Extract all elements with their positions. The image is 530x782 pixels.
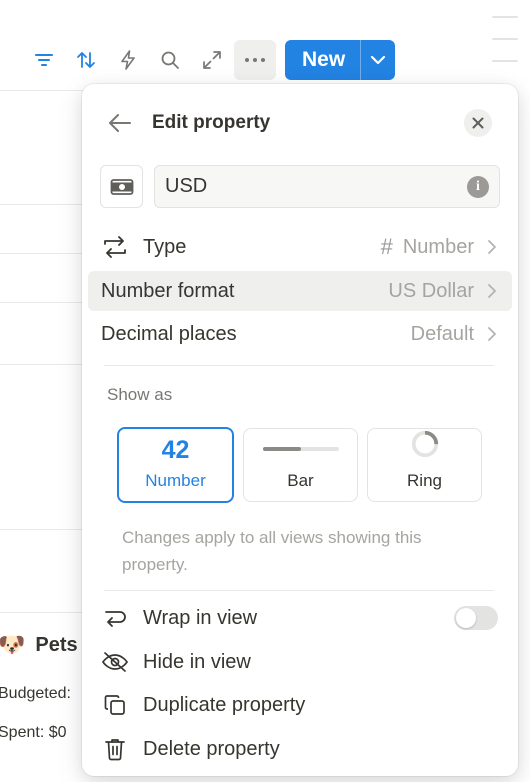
automation-icon[interactable] <box>114 46 142 74</box>
property-name-row: i <box>100 165 500 209</box>
type-label: Type <box>143 235 187 258</box>
wrap-in-view-row[interactable]: Wrap in view <box>88 598 512 638</box>
chevron-right-icon <box>488 327 496 341</box>
bar-option-label: Bar <box>287 471 314 490</box>
number-hash-icon: # <box>380 234 393 259</box>
show-as-bar-option[interactable]: Bar <box>243 428 358 502</box>
filter-icon[interactable] <box>30 46 58 74</box>
wrap-icon <box>101 604 129 632</box>
new-dropdown-button[interactable] <box>361 40 395 80</box>
bar-preview <box>262 447 339 451</box>
sort-icon[interactable] <box>72 46 100 74</box>
chevron-down-icon <box>371 55 386 65</box>
spent-text: Spent: $0 <box>0 724 67 741</box>
number-format-row[interactable]: Number format US Dollar <box>88 271 512 311</box>
row-divider <box>0 612 90 613</box>
show-as-options: 42 Number Bar Ring <box>117 427 491 503</box>
pets-title: Pets <box>35 633 78 656</box>
more-button[interactable] <box>234 40 276 80</box>
popover-header: Edit property <box>108 108 492 138</box>
back-button[interactable] <box>108 110 134 136</box>
property-name-input[interactable] <box>165 175 445 198</box>
eye-off-icon <box>101 648 129 676</box>
close-icon <box>472 117 484 129</box>
section-divider <box>104 590 494 591</box>
chevron-right-icon <box>488 284 496 298</box>
delete-property-label: Delete property <box>143 737 280 760</box>
row-divider <box>0 204 90 205</box>
scroll-indicator <box>492 16 518 82</box>
row-divider <box>0 529 90 530</box>
number-preview: 42 <box>161 436 190 464</box>
ring-option-label: Ring <box>407 471 442 490</box>
view-toolbar: New <box>30 40 396 80</box>
decimal-places-value-text: Default <box>410 322 474 345</box>
arrow-left-icon <box>109 114 131 132</box>
ring-preview <box>411 430 438 458</box>
search-icon[interactable] <box>156 46 184 74</box>
info-icon[interactable]: i <box>467 176 489 198</box>
row-divider <box>0 364 90 365</box>
show-as-number-option[interactable]: 42 Number <box>117 427 234 503</box>
decimal-places-value: Default <box>411 323 498 346</box>
edit-property-popover: Edit property i Type # Number Numb <box>82 84 518 776</box>
bar-preview-fill <box>262 447 301 451</box>
wrap-in-view-toggle[interactable] <box>454 606 498 630</box>
new-button[interactable]: New <box>285 40 362 80</box>
new-button-group: New <box>285 40 396 80</box>
row-divider <box>0 253 90 254</box>
property-name-field[interactable]: i <box>154 165 500 208</box>
decimal-places-label: Decimal places <box>101 322 237 345</box>
background-table <box>0 0 90 782</box>
row-divider <box>0 90 90 91</box>
popover-title: Edit property <box>152 112 271 133</box>
duplicate-property-row[interactable]: Duplicate property <box>88 685 512 725</box>
number-format-label: Number format <box>101 279 235 302</box>
show-as-ring-option[interactable]: Ring <box>367 428 482 502</box>
pets-card-title[interactable]: 🐶 Pets <box>0 632 78 658</box>
type-icon <box>101 233 129 261</box>
row-divider <box>0 302 90 303</box>
expand-icon[interactable] <box>198 46 226 74</box>
chevron-right-icon <box>488 240 496 254</box>
wrap-in-view-label: Wrap in view <box>143 606 258 629</box>
delete-property-row[interactable]: Delete property <box>88 729 512 769</box>
hide-in-view-label: Hide in view <box>143 650 251 673</box>
decimal-places-row[interactable]: Decimal places Default <box>88 314 512 354</box>
money-icon <box>110 178 133 195</box>
trash-icon <box>101 735 129 763</box>
toggle-knob <box>456 608 476 628</box>
helper-text: Changes apply to all views showing this … <box>122 528 422 574</box>
type-value: # Number <box>381 234 498 260</box>
number-format-value-text: US Dollar <box>388 279 474 302</box>
property-icon-button[interactable] <box>100 165 143 208</box>
more-icon <box>245 58 265 62</box>
close-button[interactable] <box>464 109 492 137</box>
section-divider <box>104 365 494 366</box>
number-format-value: US Dollar <box>388 280 498 303</box>
budgeted-text: Budgeted: <box>0 685 71 702</box>
type-value-text: Number <box>402 235 474 258</box>
number-option-label: Number <box>145 471 206 490</box>
show-as-label: Show as <box>107 385 173 404</box>
pets-emoji: 🐶 <box>0 632 26 657</box>
hide-in-view-row[interactable]: Hide in view <box>88 642 512 682</box>
duplicate-icon <box>101 691 129 719</box>
type-row[interactable]: Type # Number <box>88 227 512 267</box>
duplicate-property-label: Duplicate property <box>143 693 306 716</box>
